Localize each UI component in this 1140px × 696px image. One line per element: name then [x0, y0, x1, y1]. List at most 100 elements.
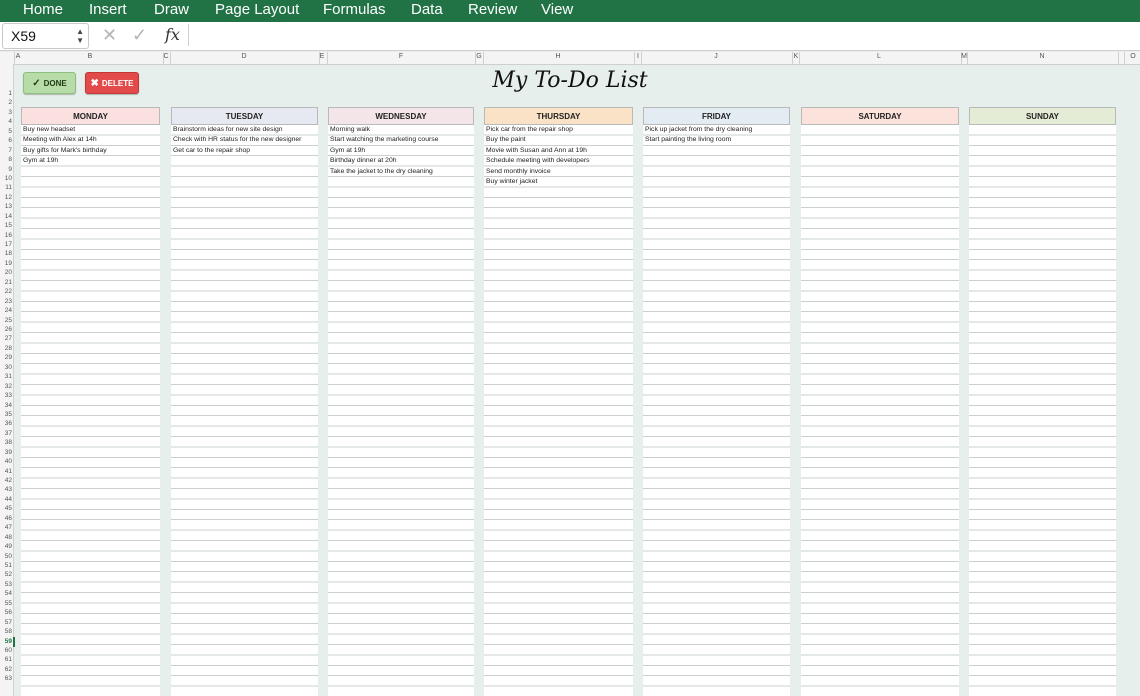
column-separator[interactable] [1118, 52, 1119, 64]
cancel-icon[interactable]: ✕ [102, 25, 117, 46]
column-separator[interactable] [641, 52, 642, 64]
row-number[interactable]: 34 [0, 402, 12, 410]
task-item[interactable]: Buy gifts for Mark's birthday [23, 146, 107, 156]
tab-insert[interactable]: Insert [89, 1, 127, 18]
row-number[interactable]: 16 [0, 232, 12, 240]
confirm-icon[interactable]: ✓ [132, 25, 147, 46]
row-number[interactable]: 11 [0, 184, 12, 192]
row-number[interactable]: 55 [0, 600, 12, 608]
row-number[interactable]: 30 [0, 364, 12, 372]
task-item[interactable]: Start painting the living room [645, 135, 731, 145]
tab-data[interactable]: Data [411, 1, 443, 18]
row-number[interactable]: 13 [0, 203, 12, 211]
row-number[interactable]: 18 [0, 250, 12, 258]
task-item[interactable]: Pick car from the repair shop [486, 125, 573, 135]
row-number[interactable]: 17 [0, 241, 12, 249]
row-number[interactable]: 12 [0, 194, 12, 202]
column-separator[interactable] [170, 52, 171, 64]
column-header-i[interactable]: I [637, 53, 639, 60]
done-button[interactable]: ✓ DONE [23, 72, 76, 94]
day-column-sunday[interactable]: SUNDAY [969, 107, 1116, 696]
row-number[interactable]: 46 [0, 515, 12, 523]
row-number[interactable]: 31 [0, 373, 12, 381]
row-number[interactable]: 9 [0, 166, 12, 174]
tab-formulas[interactable]: Formulas [323, 1, 386, 18]
task-item[interactable]: Start watching the marketing course [330, 135, 438, 145]
function-icon[interactable]: fx [165, 25, 180, 44]
column-separator[interactable] [327, 52, 328, 64]
task-item[interactable]: Buy new headset [23, 125, 75, 135]
row-number[interactable]: 14 [0, 213, 12, 221]
row-number[interactable]: 7 [0, 147, 12, 155]
row-number[interactable]: 53 [0, 581, 12, 589]
task-item[interactable]: Brainstorm ideas for new site design [173, 125, 283, 135]
tab-view[interactable]: View [541, 1, 573, 18]
row-number[interactable]: 4 [0, 118, 12, 126]
row-number[interactable]: 15 [0, 222, 12, 230]
row-number[interactable]: 35 [0, 411, 12, 419]
column-separator[interactable] [634, 52, 635, 64]
task-item[interactable]: Gym at 19h [23, 156, 58, 166]
row-number[interactable]: 43 [0, 486, 12, 494]
day-rows[interactable] [969, 125, 1116, 696]
row-number[interactable]: 40 [0, 458, 12, 466]
column-header-m[interactable]: M [961, 53, 967, 60]
row-number[interactable]: 57 [0, 619, 12, 627]
row-number[interactable]: 63 [0, 675, 12, 683]
task-item[interactable]: Buy winter jacket [486, 177, 537, 187]
column-header-l[interactable]: L [877, 53, 881, 60]
column-header-a[interactable]: A [16, 53, 21, 60]
column-header-b[interactable]: B [88, 53, 93, 60]
task-item[interactable]: Morning walk [330, 125, 370, 135]
row-number[interactable]: 48 [0, 534, 12, 542]
tab-draw[interactable]: Draw [154, 1, 189, 18]
row-number[interactable]: 60 [0, 647, 12, 655]
task-item[interactable]: Check with HR status for the new designe… [173, 135, 301, 145]
name-box[interactable]: X59 ▲ ▼ [2, 23, 89, 49]
task-item[interactable]: Get car to the repair shop [173, 146, 250, 156]
row-number[interactable]: 3 [0, 109, 12, 117]
row-number[interactable]: 27 [0, 335, 12, 343]
row-number[interactable]: 47 [0, 524, 12, 532]
row-number[interactable]: 8 [0, 156, 12, 164]
day-rows[interactable]: Pick car from the repair shop Buy the pai… [484, 125, 633, 696]
column-header-n[interactable]: N [1039, 53, 1044, 60]
row-number[interactable]: 45 [0, 505, 12, 513]
day-rows[interactable]: Pick up jacket from the dry cleaning Star… [643, 125, 790, 696]
task-item[interactable]: Movie with Susan and Ann at 19h [486, 146, 587, 156]
column-header-o[interactable]: O [1130, 53, 1135, 60]
row-number[interactable]: 61 [0, 656, 12, 664]
row-number[interactable]: 44 [0, 496, 12, 504]
row-number[interactable]: 50 [0, 553, 12, 561]
row-number[interactable]: 25 [0, 317, 12, 325]
formula-input[interactable] [192, 24, 1136, 46]
column-separator[interactable] [1124, 52, 1125, 64]
tab-page-layout[interactable]: Page Layout [215, 1, 299, 18]
row-number[interactable]: 37 [0, 430, 12, 438]
row-number[interactable]: 21 [0, 279, 12, 287]
chevron-up-icon[interactable]: ▲ [76, 28, 84, 36]
row-number[interactable]: 28 [0, 345, 12, 353]
row-number[interactable]: 62 [0, 666, 12, 674]
row-number[interactable]: 51 [0, 562, 12, 570]
column-header-e[interactable]: E [320, 53, 325, 60]
column-header-k[interactable]: K [794, 53, 799, 60]
column-header-c[interactable]: C [163, 53, 168, 60]
row-number[interactable]: 52 [0, 571, 12, 579]
day-rows[interactable]: Morning walk Start watching the marketing… [328, 125, 474, 696]
task-item[interactable]: Send monthly invoice [486, 167, 551, 177]
chevron-down-icon[interactable]: ▼ [76, 37, 84, 45]
task-item[interactable]: Pick up jacket from the dry cleaning [645, 125, 752, 135]
task-item[interactable]: Gym at 19h [330, 146, 365, 156]
row-number[interactable]: 56 [0, 609, 12, 617]
day-rows[interactable]: Brainstorm ideas for new site design Chec… [171, 125, 318, 696]
day-column-saturday[interactable]: SATURDAY [801, 107, 959, 696]
row-number[interactable]: 29 [0, 354, 12, 362]
row-number[interactable]: 2 [0, 99, 12, 107]
row-number[interactable]: 10 [0, 175, 12, 183]
row-number[interactable]: 1 [0, 90, 12, 98]
day-column-friday[interactable]: FRIDAY Pick up jacket from the dry clean… [643, 107, 790, 696]
day-column-thursday[interactable]: THURSDAY Pick car from the repair shop Bu… [484, 107, 633, 696]
row-number[interactable]: 32 [0, 383, 12, 391]
row-number[interactable]: 39 [0, 449, 12, 457]
